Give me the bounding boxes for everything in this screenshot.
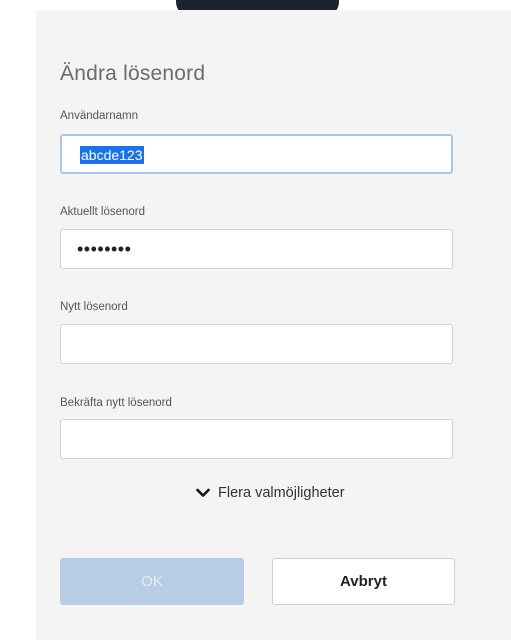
confirm-password-field[interactable] <box>60 419 453 459</box>
current-password-label: Aktuellt lösenord <box>60 206 146 218</box>
page: Ändra lösenord Användarnamn abcde123 Akt… <box>0 0 511 640</box>
chevron-down-icon <box>196 488 210 497</box>
cancel-button[interactable]: Avbryt <box>272 558 455 605</box>
change-password-dialog: Ändra lösenord Användarnamn abcde123 Akt… <box>36 10 511 640</box>
dialog-title: Ändra lösenord <box>60 62 206 85</box>
current-password-field[interactable]: •••••••• <box>60 229 453 269</box>
current-password-value: •••••••• <box>77 239 132 259</box>
username-field[interactable]: abcde123 <box>60 134 453 174</box>
username-label: Användarnamn <box>60 110 138 122</box>
new-password-field[interactable] <box>60 324 453 364</box>
more-options-toggle[interactable]: Flera valmöjligheter <box>196 485 345 501</box>
ok-button[interactable]: OK <box>60 558 244 605</box>
confirm-password-label: Bekräfta nytt lösenord <box>60 397 172 409</box>
more-options-label: Flera valmöjligheter <box>218 485 345 501</box>
username-value: abcde123 <box>80 146 144 164</box>
new-password-label: Nytt lösenord <box>60 301 128 313</box>
